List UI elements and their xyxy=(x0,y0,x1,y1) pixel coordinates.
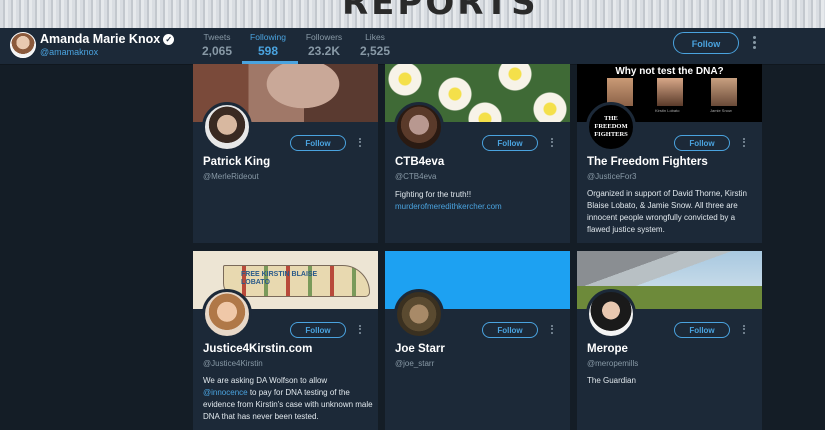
follow-button[interactable]: Follow xyxy=(674,322,730,338)
follow-button[interactable]: Follow xyxy=(482,322,538,338)
stat-label: Likes xyxy=(365,32,385,42)
stat-following[interactable]: Following 598 xyxy=(238,32,298,58)
follow-button[interactable]: Follow xyxy=(290,322,346,338)
profile-avatar[interactable] xyxy=(10,32,36,58)
more-options-icon[interactable] xyxy=(357,323,363,337)
user-card[interactable]: Follow Patrick King @MerleRideout xyxy=(193,64,378,243)
card-name[interactable]: CTB4eva xyxy=(395,156,444,168)
follow-button[interactable]: Follow xyxy=(290,135,346,151)
card-name[interactable]: Merope xyxy=(587,343,628,355)
stat-value: 598 xyxy=(257,44,279,58)
user-card[interactable]: Follow Merope @meropemills The Guardian xyxy=(577,251,762,430)
more-options-icon[interactable] xyxy=(741,136,747,150)
more-options-icon[interactable] xyxy=(549,136,555,150)
avatar-logo-text: THE FREEDOM FIGHTERS xyxy=(594,115,628,138)
header-face xyxy=(657,78,683,106)
avatar[interactable] xyxy=(586,289,636,339)
card-name[interactable]: Patrick King xyxy=(203,156,270,168)
more-options-icon[interactable] xyxy=(549,323,555,337)
banner-text: REPORTS xyxy=(342,0,539,23)
header-face xyxy=(711,78,737,106)
card-handle[interactable]: @Justice4Kirstin xyxy=(203,359,263,368)
header-title: Why not test the DNA? xyxy=(615,66,724,77)
profile-handle[interactable]: @amamaknox xyxy=(40,47,98,57)
avatar[interactable] xyxy=(202,102,252,152)
user-card[interactable]: Why not test the DNA? Kirstin Lobato Jam… xyxy=(577,64,762,243)
more-options-icon[interactable] xyxy=(750,34,758,52)
stat-value: 2,525 xyxy=(359,44,391,58)
user-card[interactable]: FREE KIRSTIN BLAISE LOBATO Follow Justic… xyxy=(193,251,378,430)
profile-navbar: Amanda Marie Knox ✓ @amamaknox Tweets 2,0… xyxy=(0,28,825,65)
card-handle[interactable]: @joe_starr xyxy=(395,359,434,368)
avatar[interactable] xyxy=(202,289,252,339)
avatar[interactable] xyxy=(394,289,444,339)
card-handle[interactable]: @JusticeFor3 xyxy=(587,172,636,181)
card-handle[interactable]: @CTB4eva xyxy=(395,172,436,181)
user-card[interactable]: Follow Joe Starr @joe_starr xyxy=(385,251,570,430)
card-handle[interactable]: @meropemills xyxy=(587,359,638,368)
follow-button[interactable]: Follow xyxy=(482,135,538,151)
user-card[interactable]: Follow CTB4eva @CTB4eva Fighting for the… xyxy=(385,64,570,243)
more-options-icon[interactable] xyxy=(741,323,747,337)
profile-name[interactable]: Amanda Marie Knox ✓ xyxy=(40,32,175,46)
stat-likes[interactable]: Likes 2,525 xyxy=(345,32,405,58)
more-options-icon[interactable] xyxy=(357,136,363,150)
header-text: FREE KIRSTIN BLAISE LOBATO xyxy=(241,271,318,286)
card-bio: Fighting for the truth!! murderofmeredit… xyxy=(395,190,502,211)
header-caption: Jamie Snow xyxy=(710,108,732,113)
card-name[interactable]: Joe Starr xyxy=(395,343,445,355)
card-bio: The Guardian xyxy=(587,376,636,385)
banner-strip: REPORTS xyxy=(0,0,825,28)
card-name[interactable]: Justice4Kirstin.com xyxy=(203,343,312,355)
avatar[interactable] xyxy=(394,102,444,152)
avatar[interactable]: THE FREEDOM FIGHTERS xyxy=(586,102,636,152)
verified-icon: ✓ xyxy=(163,34,175,45)
stat-label: Following xyxy=(250,32,286,42)
follow-button[interactable]: Follow xyxy=(674,135,730,151)
card-bio: Organized in support of David Thorne, Ki… xyxy=(587,189,747,234)
bio-link[interactable]: murderofmeredithkercher.com xyxy=(395,202,502,211)
card-bio: We are asking DA Wolfson to allow @innoc… xyxy=(203,376,373,421)
bio-mention-link[interactable]: @innocence xyxy=(203,388,248,397)
card-handle[interactable]: @MerleRideout xyxy=(203,172,259,181)
header-caption: Kirstin Lobato xyxy=(655,108,680,113)
card-name[interactable]: The Freedom Fighters xyxy=(587,156,708,168)
follow-button[interactable]: Follow xyxy=(673,32,739,54)
